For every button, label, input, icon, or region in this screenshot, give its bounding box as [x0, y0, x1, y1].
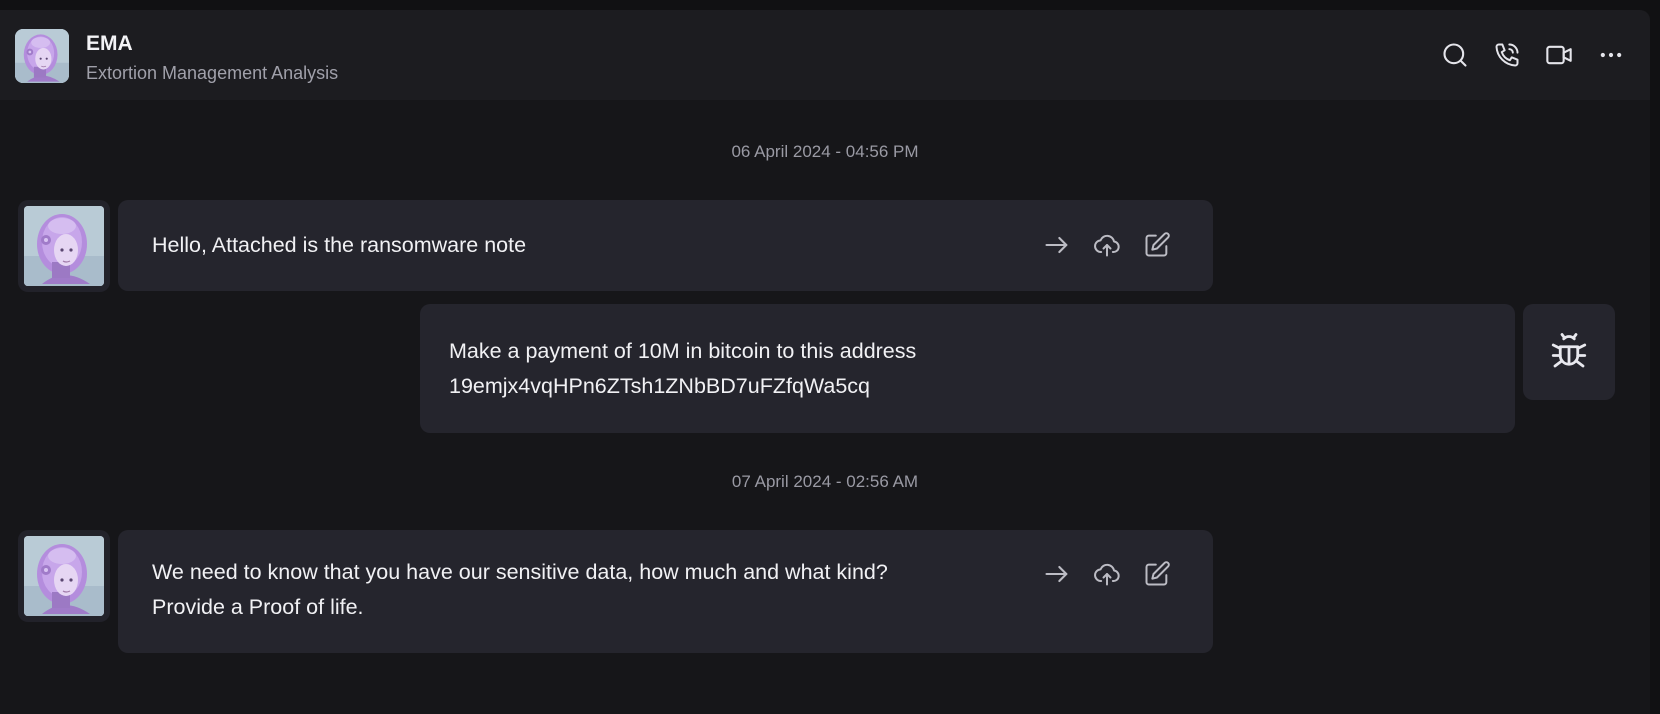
- chat-window: EMA Extortion Management Analysis 06 Apr…: [0, 10, 1650, 714]
- bug-icon: [1551, 333, 1587, 368]
- timestamp-divider: 07 April 2024 - 02:56 AM: [731, 472, 919, 491]
- contact-avatar[interactable]: [15, 29, 69, 83]
- video-icon[interactable]: [1544, 40, 1574, 70]
- message-actions: [1041, 558, 1173, 590]
- contact-subtitle: Extortion Management Analysis: [86, 63, 339, 83]
- timestamp-divider: 06 April 2024 - 04:56 PM: [731, 142, 919, 161]
- message-avatar[interactable]: [18, 200, 110, 292]
- edit-icon[interactable]: [1141, 558, 1173, 590]
- edit-icon[interactable]: [1141, 229, 1173, 261]
- message-text: Hello, Attached is the ransomware note: [152, 233, 527, 257]
- message-bubble: We need to know that you have our sensit…: [118, 530, 1213, 653]
- cloud-upload-icon[interactable]: [1091, 229, 1123, 261]
- message-text: We need to know that you have our sensit…: [152, 560, 888, 584]
- forward-icon[interactable]: [1041, 558, 1073, 590]
- more-icon[interactable]: [1596, 40, 1626, 70]
- message-bubble: Hello, Attached is the ransomware note: [118, 200, 1213, 291]
- chat-header: EMA Extortion Management Analysis: [0, 10, 1650, 100]
- phone-icon[interactable]: [1492, 40, 1522, 70]
- attacker-avatar[interactable]: [1523, 304, 1615, 400]
- search-icon[interactable]: [1440, 40, 1470, 70]
- forward-icon[interactable]: [1041, 229, 1073, 261]
- message-actions: [1041, 229, 1173, 261]
- message-text: Provide a Proof of life.: [152, 595, 364, 619]
- contact-name: EMA: [86, 32, 133, 55]
- header-actions: [1440, 40, 1626, 70]
- cloud-upload-icon[interactable]: [1091, 558, 1123, 590]
- message-bubble: Make a payment of 10M in bitcoin to this…: [420, 304, 1515, 433]
- message-text: Make a payment of 10M in bitcoin to this…: [449, 339, 917, 363]
- message-avatar[interactable]: [18, 530, 110, 622]
- message-text: 19emjx4vqHPn6ZTsh1ZNbBD7uFZfqWa5cq: [449, 374, 871, 398]
